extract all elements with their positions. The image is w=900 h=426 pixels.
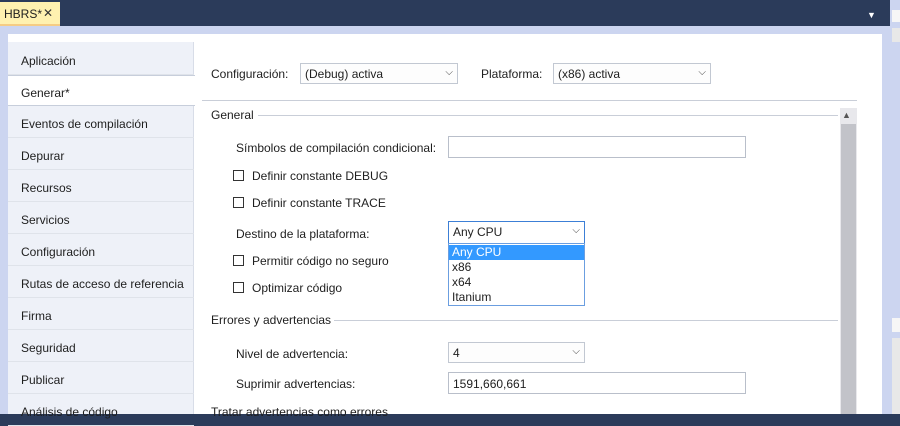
side-panel-toolbar xyxy=(892,28,900,42)
suppress-warnings-label: Suprimir advertencias: xyxy=(236,377,356,391)
platform-option-itanium[interactable]: Itanium xyxy=(449,290,584,305)
section-title-general: General xyxy=(211,108,254,122)
define-trace-label: Definir constante TRACE xyxy=(252,196,386,210)
document-tab-title: HBRS* xyxy=(4,7,43,21)
scroll-up-arrow-icon[interactable]: ▲ xyxy=(842,110,851,120)
platform-option-x86[interactable]: x86 xyxy=(449,260,584,275)
optimize-code-checkbox[interactable] xyxy=(233,282,244,293)
nav-item-recursos[interactable]: Recursos xyxy=(8,171,194,202)
nav-item-configuracion[interactable]: Configuración xyxy=(8,235,194,266)
warning-level-label: Nivel de advertencia: xyxy=(236,347,349,361)
conditional-symbols-input[interactable] xyxy=(448,136,746,158)
side-panel-tab[interactable] xyxy=(892,318,900,332)
define-debug-checkbox[interactable] xyxy=(233,170,244,181)
define-trace-checkbox[interactable] xyxy=(233,197,244,208)
platform-select[interactable]: (x86) activa ⌵ xyxy=(553,63,711,84)
define-debug-label: Definir constante DEBUG xyxy=(252,169,389,183)
optimize-code-label: Optimizar código xyxy=(252,281,343,295)
nav-item-firma[interactable]: Firma xyxy=(8,299,194,330)
nav-item-depurar[interactable]: Depurar xyxy=(8,139,194,170)
document-tab[interactable]: HBRS* ✕ xyxy=(0,2,60,26)
document-tab-strip xyxy=(0,0,890,26)
divider xyxy=(202,100,857,101)
allow-unsafe-checkbox[interactable] xyxy=(233,255,244,266)
platform-label: Plataforma: xyxy=(481,67,543,81)
platform-target-label: Destino de la plataforma: xyxy=(236,227,370,241)
chevron-down-icon: ⌵ xyxy=(445,67,453,78)
configuration-select-value: (Debug) activa xyxy=(305,67,384,81)
nav-item-servicios[interactable]: Servicios xyxy=(8,203,194,234)
tab-list-dropdown-icon[interactable]: ▼ xyxy=(867,10,876,20)
configuration-label: Configuración: xyxy=(211,67,289,81)
nav-item-publicar[interactable]: Publicar xyxy=(8,363,194,394)
platform-option-x64[interactable]: x64 xyxy=(449,275,584,290)
nav-item-generar[interactable]: Generar* xyxy=(8,75,195,106)
side-panel-tab[interactable] xyxy=(892,10,900,22)
platform-target-value: Any CPU xyxy=(453,225,503,239)
properties-nav: Aplicación Generar* Eventos de compilaci… xyxy=(8,42,195,426)
configuration-select[interactable]: (Debug) activa ⌵ xyxy=(300,63,458,84)
platform-target-select[interactable]: Any CPU ⌵ xyxy=(448,221,585,244)
side-panel-body xyxy=(892,338,900,414)
close-icon[interactable]: ✕ xyxy=(43,6,53,20)
nav-item-seguridad[interactable]: Seguridad xyxy=(8,331,194,362)
chevron-down-icon: ⌵ xyxy=(572,225,580,236)
platform-select-value: (x86) activa xyxy=(558,67,621,81)
section-divider xyxy=(334,320,838,321)
chevron-down-icon: ⌵ xyxy=(698,67,706,78)
nav-item-eventos-compilacion[interactable]: Eventos de compilación xyxy=(8,107,194,138)
nav-item-aplicacion[interactable]: Aplicación xyxy=(8,44,194,75)
suppress-warnings-input[interactable]: 1591,660,661 xyxy=(448,372,746,394)
warning-level-select[interactable]: 4 ⌵ xyxy=(448,342,585,363)
section-title-treat-warnings: Tratar advertencias como errores xyxy=(211,405,388,419)
section-divider xyxy=(258,115,838,116)
allow-unsafe-label: Permitir código no seguro xyxy=(252,254,389,268)
section-title-errors: Errores y advertencias xyxy=(211,313,332,327)
chevron-down-icon: ⌵ xyxy=(572,346,580,357)
scrollbar-thumb[interactable] xyxy=(841,124,856,414)
nav-item-rutas-referencia[interactable]: Rutas de acceso de referencia xyxy=(8,267,194,298)
platform-target-dropdown-list: Any CPU x86 x64 Itanium xyxy=(448,243,585,306)
warning-level-value: 4 xyxy=(453,346,460,360)
right-side-panel xyxy=(890,0,900,414)
nav-item-analisis-codigo[interactable]: Análisis de código xyxy=(8,395,194,426)
conditional-symbols-label: Símbolos de compilación condicional: xyxy=(236,141,437,155)
platform-option-any-cpu[interactable]: Any CPU xyxy=(449,245,584,260)
